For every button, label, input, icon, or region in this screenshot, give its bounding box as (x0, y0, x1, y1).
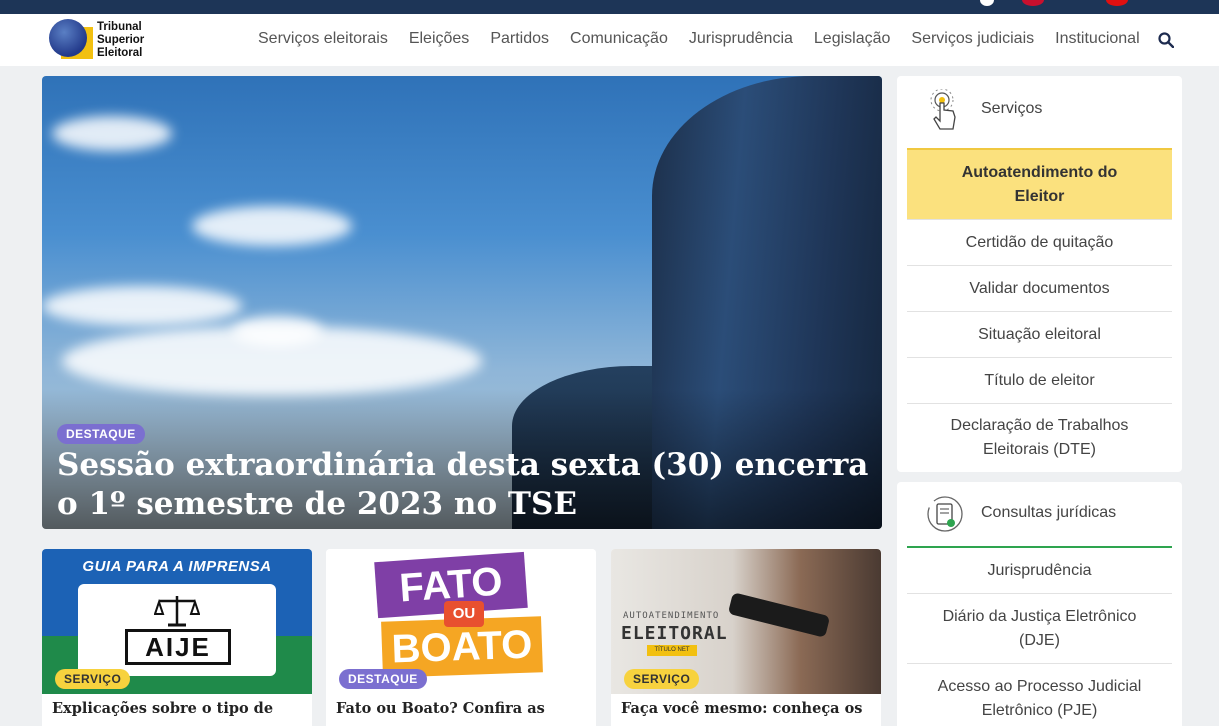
nav-servicos-judiciais[interactable]: Serviços judiciais (911, 30, 1034, 48)
logo-line-2: Superior (97, 34, 145, 46)
service-titulo-eleitor[interactable]: Título de eleitor (907, 358, 1172, 404)
touch-hand-icon (930, 89, 956, 130)
nav-eleicoes[interactable]: Eleições (409, 30, 469, 48)
consulta-pje[interactable]: Acesso ao Processo Judicial Eletrônico (… (907, 664, 1172, 726)
thumb-heading: GUIA PARA A IMPRENSA (82, 558, 272, 575)
news-card-autoatendimento[interactable]: AUTOATENDIMENTO ELEITORAL TÍTULO NET SER… (611, 549, 881, 726)
scales-icon (154, 596, 200, 627)
english-flag-icon[interactable] (1022, 0, 1044, 6)
services-list: Autoatendimento do Eleitor Certidão de q… (907, 148, 1172, 472)
logo-line-3: Eleitoral (97, 47, 143, 59)
consulta-jurisprudencia[interactable]: Jurisprudência (907, 548, 1172, 594)
service-autoatendimento[interactable]: Autoatendimento do Eleitor (907, 148, 1172, 220)
nav-jurisprudencia[interactable]: Jurisprudência (689, 30, 793, 48)
globe-icon (49, 19, 87, 57)
search-icon[interactable] (1158, 32, 1174, 48)
service-certidao-quitacao[interactable]: Certidão de quitação (907, 220, 1172, 266)
cloud-shape (52, 116, 172, 151)
card-title[interactable]: Faça você mesmo: conheça os (621, 699, 876, 719)
consultas-list: Jurisprudência Diário da Justiça Eletrôn… (907, 546, 1172, 726)
record-icon[interactable] (1106, 0, 1128, 6)
logo-text: Tribunal Superior Eleitoral (97, 21, 144, 60)
thumb-ou-text: OU (444, 601, 484, 627)
nav-comunicacao[interactable]: Comunicação (570, 30, 668, 48)
nav-servicos-eleitorais[interactable]: Serviços eleitorais (258, 30, 388, 48)
logo-line-1: Tribunal (97, 21, 142, 33)
service-declaracao-dte[interactable]: Declaração de Trabalhos Eleitorais (DTE) (907, 404, 1172, 472)
nav-legislacao[interactable]: Legislação (814, 30, 891, 48)
consultas-title: Consultas jurídicas (981, 504, 1117, 521)
consultas-panel: Consultas jurídicas Jurisprudência Diári… (897, 482, 1182, 726)
thumb-word: AIJE (125, 629, 231, 665)
news-card-fato-ou-boato[interactable]: FATO BOATO OU DESTAQUE Fato ou Boato? Co… (326, 549, 596, 726)
main-nav: Serviços eleitorais Eleições Partidos Comun… (258, 30, 1161, 48)
services-panel: Serviços Autoatendimento do Eleitor Cert… (897, 76, 1182, 472)
document-check-icon (927, 496, 963, 532)
top-utility-bar (0, 0, 1219, 14)
card-title[interactable]: Explicações sobre o tipo de (52, 699, 307, 719)
phone-shape (727, 592, 831, 638)
card-badge: SERVIÇO (624, 669, 700, 689)
services-title: Serviços (981, 100, 1043, 117)
accessibility-icon[interactable] (980, 0, 994, 6)
hero-title[interactable]: Sessão extraordinária desta sexta (30) e… (57, 446, 877, 524)
nav-institucional[interactable]: Institucional (1055, 30, 1140, 48)
consulta-dje[interactable]: Diário da Justiça Eletrônico (DJE) (907, 594, 1172, 664)
main-header: Tribunal Superior Eleitoral Serviços ele… (0, 14, 1219, 66)
service-situacao-eleitoral[interactable]: Situação eleitoral (907, 312, 1172, 358)
cloud-shape (232, 316, 322, 346)
cloud-shape (192, 206, 352, 246)
hero-badge: DESTAQUE (57, 424, 145, 444)
thumb-big-text: ELEITORAL (621, 623, 728, 644)
service-validar-documentos[interactable]: Validar documentos (907, 266, 1172, 312)
cloud-shape (42, 286, 242, 326)
card-title[interactable]: Fato ou Boato? Confira as (336, 699, 591, 719)
news-card-aije[interactable]: GUIA PARA A IMPRENSA AIJE SERVIÇO Explic… (42, 549, 312, 726)
thumb-tag: TÍTULO NET (647, 645, 697, 656)
tse-logo[interactable]: Tribunal Superior Eleitoral (49, 19, 159, 63)
card-badge: DESTAQUE (339, 669, 427, 689)
consultas-header: Consultas jurídicas (897, 482, 1182, 547)
services-header: Serviços (897, 76, 1182, 146)
nav-partidos[interactable]: Partidos (490, 30, 549, 48)
thumb-small-text: AUTOATENDIMENTO (623, 611, 720, 621)
hero-banner[interactable]: DESTAQUE Sessão extraordinária desta sex… (42, 76, 882, 529)
card-badge: SERVIÇO (55, 669, 131, 689)
